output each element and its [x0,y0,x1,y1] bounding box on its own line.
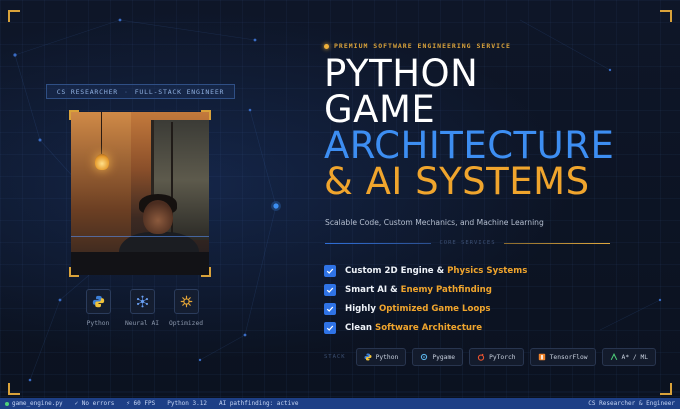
stack-pill-astar-ml: A* / ML [601,348,657,366]
stack-label: STACK [324,354,346,360]
status-author: CS Researcher & Engineer [588,400,675,407]
pygame-icon [420,353,428,361]
hero-title: PYTHON GAME ARCHITECTURE & AI SYSTEMS [324,52,615,203]
status-errors[interactable]: ✓ No errors [75,400,115,407]
tagline-text: PREMIUM SOFTWARE ENGINEERING SERVICE [334,42,511,50]
stack-pill-label: PyTorch [489,353,516,361]
skill-label: Neural AI [124,320,160,327]
corner-bracket-bottom-left [8,383,20,395]
checkbox-checked-icon [324,283,336,296]
status-dot-icon [324,43,329,49]
role-right: FULL-STACK ENGINEER [134,87,225,96]
python-icon [364,353,372,361]
service-item: Highly Optimized Game Loops [324,299,530,318]
profile-photo [71,112,209,275]
stack-pill-tensorflow: TensorFlow [529,348,596,366]
corner-bracket-top-left [8,10,20,22]
stack-pill-python: Python [355,348,407,366]
gear-icon [180,295,192,308]
core-services-heading: CORE SERVICES [439,240,496,246]
status-bar: game_engine.py ✓ No errors ⚡ 60 FPS Pyth… [0,398,680,409]
service-highlight: Software Architecture [375,322,483,333]
corner-bracket-bottom-right [660,383,672,395]
role-left: CS RESEARCHER [56,87,118,96]
title-line-2: GAME [324,88,436,131]
checkbox-checked-icon [324,302,336,315]
core-services-divider: CORE SERVICES [325,240,611,246]
stack-pill-label: TensorFlow [549,353,588,361]
stack-pill-label: Pygame [432,353,456,361]
pytorch-icon [477,353,485,361]
tech-stack: STACK Python Pygame PyTorch TensorFlow A… [324,348,657,366]
stack-pill-label: A* / ML [621,353,649,361]
skill-icons: Python Neural AI Optimized [78,289,206,327]
astar-icon [610,353,618,361]
service-text: Highly [345,303,376,314]
status-file[interactable]: game_engine.py [5,400,63,407]
stack-pill-pygame: Pygame [412,348,464,366]
stack-pill-label: Python [375,353,399,361]
checkbox-checked-icon [324,321,336,334]
status-dot-icon [5,401,9,406]
title-line-4: & AI SYSTEMS [324,160,590,203]
role-badge: CS RESEARCHER · FULL-STACK ENGINEER [46,84,235,99]
service-highlight: Physics Systems [447,265,528,276]
service-item: Custom 2D Engine & Physics Systems [324,261,530,280]
skill-optimized: Optimized [166,289,206,327]
title-line-3: ARCHITECTURE [324,124,615,167]
corner-bracket-top-right [660,10,672,22]
service-item: Clean Software Architecture [324,318,530,337]
title-line-1: PYTHON [324,52,479,95]
status-fps: ⚡ 60 FPS [126,400,156,407]
skill-label: Optimized [168,320,204,327]
service-text: Clean [345,322,372,333]
core-services-list: Custom 2D Engine & Physics Systems Smart… [324,261,530,337]
skill-label: Python [86,320,110,327]
status-ai-pathfinding: AI pathfinding: active [218,400,299,407]
profile-photo-frame [69,110,211,277]
tensorflow-icon [538,353,546,361]
role-separator: · [124,87,129,96]
service-highlight: Enemy Pathfinding [400,284,492,295]
checkbox-checked-icon [324,264,336,277]
skill-neural-ai: Neural AI [122,289,162,327]
status-python-version[interactable]: Python 3.12 [167,400,207,407]
python-icon [92,295,104,308]
service-item: Smart AI & Enemy Pathfinding [324,280,530,299]
stack-pill-pytorch: PyTorch [469,348,524,366]
service-tagline: PREMIUM SOFTWARE ENGINEERING SERVICE [324,42,511,50]
service-text: Smart AI & [345,284,398,295]
skill-python: Python [78,289,118,327]
service-highlight: Optimized Game Loops [378,303,491,314]
hero-subtitle: Scalable Code, Custom Mechanics, and Mac… [325,218,544,227]
neural-network-icon [136,295,148,308]
service-text: Custom 2D Engine & [345,265,445,276]
